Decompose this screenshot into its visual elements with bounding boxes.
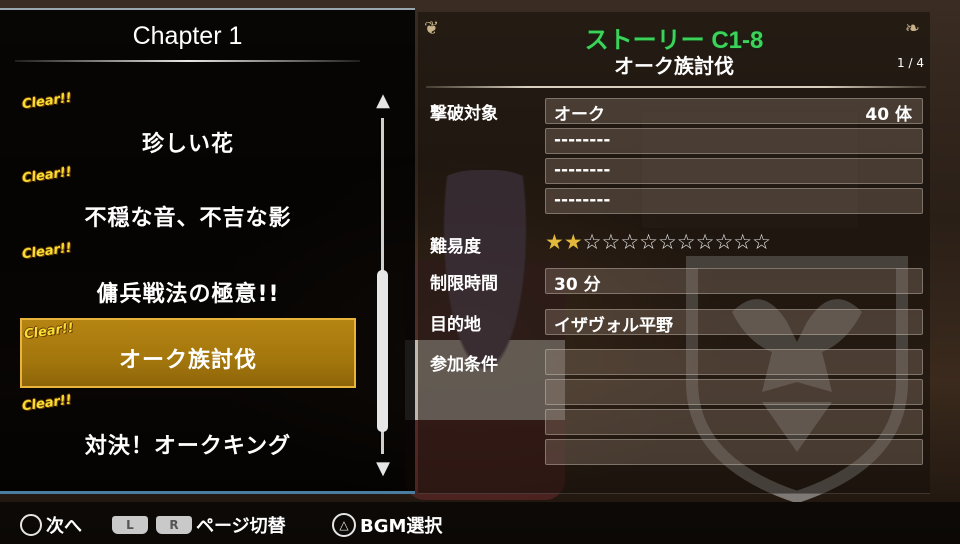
- star-empty-icon: ☆: [582, 230, 602, 254]
- quest-scrollbar[interactable]: ▲ ▼: [372, 88, 394, 484]
- time-limit-label: 制限時間: [430, 274, 498, 294]
- targets-label: 撃破対象: [430, 104, 498, 124]
- target-name: --------: [554, 160, 611, 180]
- star-empty-icon: ☆: [714, 230, 734, 254]
- condition-row-2: [545, 379, 923, 405]
- quest-label: 珍しい花: [141, 132, 234, 157]
- l-button-icon: L: [112, 516, 148, 534]
- next-hint[interactable]: 次へ: [20, 512, 82, 538]
- quest-label: オーク族討伐: [118, 348, 257, 373]
- clear-badge: Clear!!: [23, 320, 75, 343]
- star-empty-icon: ☆: [620, 230, 640, 254]
- target-name: --------: [554, 190, 611, 210]
- condition-row-1: [545, 349, 923, 375]
- difficulty-stars: ★★☆☆☆☆☆☆☆☆☆☆: [545, 230, 771, 254]
- conditions-label: 参加条件: [430, 355, 498, 375]
- condition-row-3: [545, 409, 923, 435]
- quest-item-1[interactable]: Clear!! 珍しい花: [20, 90, 356, 162]
- control-hints-bar: 次へ L R ページ切替 △ BGM選択: [0, 502, 960, 544]
- page-switch-label: ページ切替: [196, 516, 286, 537]
- circle-button-icon: [20, 514, 42, 536]
- difficulty-label: 難易度: [430, 237, 481, 257]
- title-divider: [15, 60, 360, 62]
- star-empty-icon: ☆: [695, 230, 715, 254]
- chapter-title: Chapter 1: [132, 22, 243, 50]
- quest-item-3[interactable]: Clear!! 傭兵戦法の極意!!: [20, 240, 356, 312]
- condition-row-4: [545, 439, 923, 465]
- target-name: --------: [554, 130, 611, 150]
- story-name: オーク族討伐: [614, 54, 734, 78]
- next-label: 次へ: [46, 516, 82, 537]
- triangle-button-icon: △: [332, 513, 356, 537]
- chapter-panel: Chapter 1 Clear!! 珍しい花 Clear!! 不穏な音、不吉な影…: [0, 8, 415, 494]
- destination-label: 目的地: [430, 315, 481, 335]
- star-empty-icon: ☆: [639, 230, 658, 254]
- target-row-2: --------: [545, 128, 923, 154]
- target-row-3: --------: [545, 158, 923, 184]
- clear-badge: Clear!!: [21, 164, 73, 187]
- target-count: 40 体: [865, 105, 912, 125]
- clear-badge: Clear!!: [21, 240, 73, 263]
- time-limit-value: 30 分: [554, 275, 601, 295]
- star-empty-icon: ☆: [657, 230, 677, 254]
- time-limit-field: 30 分: [545, 268, 923, 295]
- quest-label: 傭兵戦法の極意!!: [96, 282, 280, 307]
- quest-item-4-selected[interactable]: Clear!! オーク族討伐: [20, 318, 356, 388]
- scroll-thumb[interactable]: [377, 270, 388, 432]
- target-row-4: --------: [545, 188, 923, 214]
- clear-badge: Clear!!: [21, 90, 73, 113]
- target-name: オーク: [554, 105, 605, 125]
- scroll-up-arrow-icon[interactable]: ▲: [373, 88, 393, 114]
- r-button-icon: R: [156, 516, 192, 534]
- destination-value: イザヴォル平野: [554, 316, 673, 336]
- page-indicator: 1 / 4: [897, 56, 924, 70]
- quest-label: 対決！オークキング: [84, 434, 292, 459]
- clear-badge: Clear!!: [21, 392, 73, 415]
- page-switch-hint[interactable]: L R ページ切替: [112, 512, 286, 538]
- star-empty-icon: ☆: [733, 230, 753, 254]
- quest-label: 不穏な音、不吉な影: [84, 206, 292, 231]
- quest-item-2[interactable]: Clear!! 不穏な音、不吉な影: [20, 164, 356, 236]
- star-filled-icon: ★: [563, 230, 583, 254]
- destination-field: イザヴォル平野: [545, 309, 923, 336]
- star-empty-icon: ☆: [676, 230, 696, 254]
- scroll-down-arrow-icon[interactable]: ▼: [373, 456, 393, 482]
- star-empty-icon: ☆: [752, 230, 771, 254]
- bgm-label: BGM選択: [360, 516, 443, 537]
- quest-item-5[interactable]: Clear!! 対決！オークキング: [20, 392, 356, 464]
- target-row-1: オーク 40 体: [545, 98, 923, 125]
- quest-detail-panel: ❦ ❧ ストーリー C1-8 オーク族討伐 1 / 4 撃破対象 オーク 40 …: [418, 12, 930, 494]
- star-empty-icon: ☆: [601, 230, 621, 254]
- bgm-hint[interactable]: △ BGM選択: [332, 512, 442, 538]
- star-filled-icon: ★: [545, 230, 564, 254]
- header-divider: [426, 86, 926, 88]
